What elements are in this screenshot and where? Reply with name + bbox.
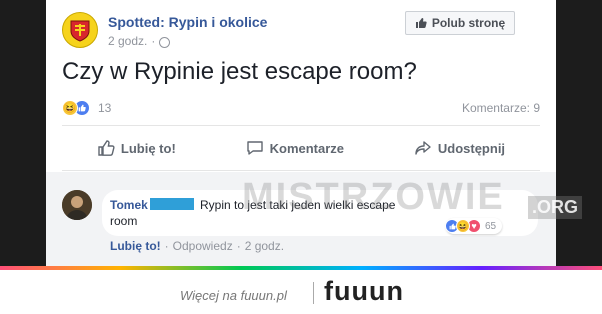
globe-icon <box>159 36 171 48</box>
post-text: Czy w Rypinie jest escape room? <box>62 58 417 85</box>
facebook-post-card: Spotted: Rypin i okolice 2 godz. · Polub… <box>46 0 583 270</box>
page-avatar[interactable] <box>62 12 98 48</box>
reaction-icons[interactable]: 😆 <box>62 100 90 116</box>
footer-text[interactable]: Więcej na fuuun.pl <box>180 288 287 303</box>
fuuun-logo[interactable]: fuuun <box>324 276 404 307</box>
meta-separator: · <box>151 34 156 48</box>
page-name-link[interactable]: Spotted: Rypin i okolice <box>108 14 267 30</box>
thumbs-up-icon <box>98 140 115 156</box>
post-actions: Lubię to! Komentarze Udostępnij <box>62 130 540 166</box>
post-time[interactable]: 2 godz. <box>108 34 147 48</box>
share-button-label: Udostępnij <box>437 140 506 156</box>
separator: · <box>164 239 169 253</box>
reaction-summary: 😆 13 Komentarze: 9 <box>62 100 540 118</box>
commenter-avatar[interactable] <box>62 190 92 220</box>
comment-reactions[interactable]: 😆 ♥ 65 <box>445 218 503 234</box>
share-button[interactable]: Udostępnij <box>414 139 505 157</box>
divider <box>62 125 540 126</box>
censored-surname-block <box>150 198 194 210</box>
footer-banner: Więcej na fuuun.pl fuuun <box>0 270 602 314</box>
haha-reaction-icon: 😆 <box>456 219 470 233</box>
crest-icon <box>70 20 90 42</box>
comments-count-link[interactable]: Komentarze: 9 <box>462 101 540 115</box>
separator: · <box>236 239 241 253</box>
haha-reaction-icon: 😆 <box>62 100 78 116</box>
comment-like-link[interactable]: Lubię to! <box>110 239 161 253</box>
comment-button-label: Komentarze <box>269 140 345 156</box>
comment-bubble-icon <box>246 141 263 155</box>
like-button-label: Lubię to! <box>120 140 176 156</box>
watermark-tld: .ORG <box>528 196 583 219</box>
like-page-label: Polub stronę <box>431 16 506 30</box>
like-button[interactable]: Lubię to! <box>97 139 176 157</box>
divider <box>62 170 540 171</box>
person-photo-icon <box>62 190 92 220</box>
comment-button[interactable]: Komentarze <box>246 139 344 157</box>
footer-divider <box>313 282 314 304</box>
comment-text-line2: room <box>110 214 138 228</box>
reaction-count[interactable]: 13 <box>98 101 111 115</box>
watermark-text: MISTRZOWIE <box>242 176 505 218</box>
thumbs-up-icon <box>415 18 427 28</box>
like-page-button[interactable]: Polub stronę <box>405 11 515 35</box>
comment-reaction-count: 65 <box>485 220 497 232</box>
post-meta: 2 godz. · <box>108 34 171 48</box>
comment-reply-link[interactable]: Odpowiedz <box>173 239 233 253</box>
comment-actions: Lubię to! · Odpowiedz · 2 godz. <box>110 239 284 253</box>
share-arrow-icon <box>415 141 431 155</box>
comment-author-link[interactable]: Tomek <box>110 198 148 212</box>
comment-time[interactable]: 2 godz. <box>245 239 284 253</box>
